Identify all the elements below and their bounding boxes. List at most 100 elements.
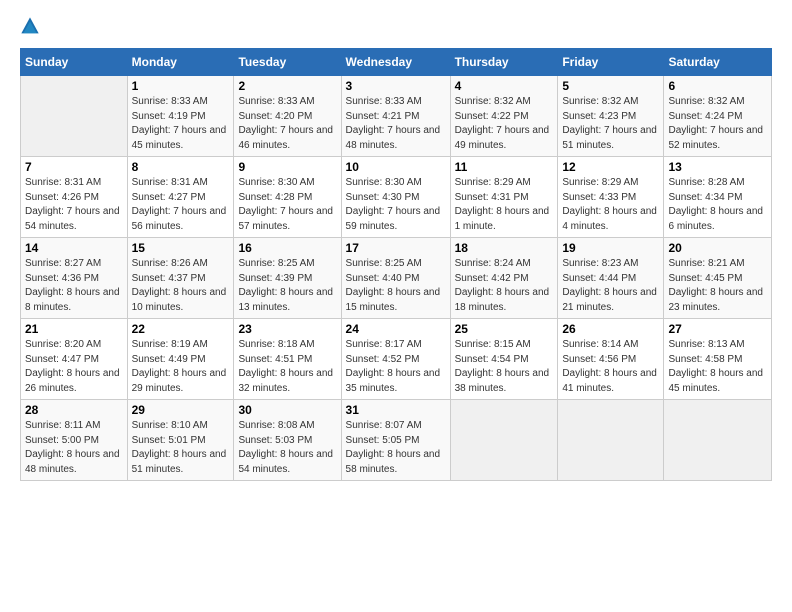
day-cell (21, 76, 128, 157)
day-info: Sunrise: 8:17 AMSunset: 4:52 PMDaylight:… (346, 339, 441, 394)
day-header-tuesday: Tuesday (234, 49, 341, 76)
day-number: 26 (562, 322, 659, 336)
day-cell (450, 400, 558, 481)
day-number: 1 (132, 79, 230, 93)
day-info: Sunrise: 8:32 AMSunset: 4:24 PMDaylight:… (668, 96, 763, 151)
week-row-0: 1 Sunrise: 8:33 AMSunset: 4:19 PMDaylight… (21, 76, 772, 157)
day-info: Sunrise: 8:28 AMSunset: 4:34 PMDaylight:… (668, 177, 763, 232)
day-cell: 7 Sunrise: 8:31 AMSunset: 4:26 PMDaylight… (21, 157, 128, 238)
day-cell: 26 Sunrise: 8:14 AMSunset: 4:56 PMDayligh… (558, 319, 664, 400)
day-number: 5 (562, 79, 659, 93)
day-number: 29 (132, 403, 230, 417)
day-info: Sunrise: 8:33 AMSunset: 4:20 PMDaylight:… (238, 96, 333, 151)
day-number: 6 (668, 79, 767, 93)
day-info: Sunrise: 8:25 AMSunset: 4:40 PMDaylight:… (346, 258, 441, 313)
day-cell (558, 400, 664, 481)
day-number: 4 (455, 79, 554, 93)
main-container: SundayMondayTuesdayWednesdayThursdayFrid… (0, 0, 792, 491)
day-cell: 4 Sunrise: 8:32 AMSunset: 4:22 PMDaylight… (450, 76, 558, 157)
day-info: Sunrise: 8:18 AMSunset: 4:51 PMDaylight:… (238, 339, 333, 394)
day-info: Sunrise: 8:08 AMSunset: 5:03 PMDaylight:… (238, 420, 333, 475)
day-info: Sunrise: 8:13 AMSunset: 4:58 PMDaylight:… (668, 339, 763, 394)
day-number: 28 (25, 403, 123, 417)
day-cell: 18Sunrise: 8:24 AMSunset: 4:42 PMDayligh… (450, 238, 558, 319)
day-info: Sunrise: 8:21 AMSunset: 4:45 PMDaylight:… (668, 258, 763, 313)
day-info: Sunrise: 8:33 AMSunset: 4:19 PMDaylight:… (132, 96, 227, 151)
day-cell: 27 Sunrise: 8:13 AMSunset: 4:58 PMDayligh… (664, 319, 772, 400)
day-number: 15 (132, 241, 230, 255)
day-cell: 10 Sunrise: 8:30 AMSunset: 4:30 PMDayligh… (341, 157, 450, 238)
week-row-1: 7 Sunrise: 8:31 AMSunset: 4:26 PMDaylight… (21, 157, 772, 238)
day-info: Sunrise: 8:14 AMSunset: 4:56 PMDaylight:… (562, 339, 657, 394)
calendar-table: SundayMondayTuesdayWednesdayThursdayFrid… (20, 48, 772, 481)
day-info: Sunrise: 8:25 AMSunset: 4:39 PMDaylight:… (238, 258, 333, 313)
day-number: 23 (238, 322, 336, 336)
day-cell: 15 Sunrise: 8:26 AMSunset: 4:37 PMDayligh… (127, 238, 234, 319)
day-number: 16 (238, 241, 336, 255)
day-info: Sunrise: 8:23 AMSunset: 4:44 PMDaylight:… (562, 258, 657, 313)
day-info: Sunrise: 8:20 AMSunset: 4:47 PMDaylight:… (25, 339, 120, 394)
day-cell: 17 Sunrise: 8:25 AMSunset: 4:40 PMDayligh… (341, 238, 450, 319)
logo (20, 16, 44, 36)
day-number: 9 (238, 160, 336, 174)
day-header-wednesday: Wednesday (341, 49, 450, 76)
day-number: 21 (25, 322, 123, 336)
week-row-2: 14 Sunrise: 8:27 AMSunset: 4:36 PMDayligh… (21, 238, 772, 319)
day-info: Sunrise: 8:29 AMSunset: 4:31 PMDaylight:… (455, 177, 550, 232)
day-info: Sunrise: 8:32 AMSunset: 4:22 PMDaylight:… (455, 96, 550, 151)
day-cell: 21 Sunrise: 8:20 AMSunset: 4:47 PMDayligh… (21, 319, 128, 400)
day-cell: 14 Sunrise: 8:27 AMSunset: 4:36 PMDayligh… (21, 238, 128, 319)
day-info: Sunrise: 8:07 AMSunset: 5:05 PMDaylight:… (346, 420, 441, 475)
day-cell: 25 Sunrise: 8:15 AMSunset: 4:54 PMDayligh… (450, 319, 558, 400)
logo-icon (20, 16, 40, 36)
day-number: 8 (132, 160, 230, 174)
day-cell: 11Sunrise: 8:29 AMSunset: 4:31 PMDayligh… (450, 157, 558, 238)
day-cell: 8 Sunrise: 8:31 AMSunset: 4:27 PMDaylight… (127, 157, 234, 238)
header-row: SundayMondayTuesdayWednesdayThursdayFrid… (21, 49, 772, 76)
week-row-3: 21 Sunrise: 8:20 AMSunset: 4:47 PMDayligh… (21, 319, 772, 400)
day-cell: 13Sunrise: 8:28 AMSunset: 4:34 PMDayligh… (664, 157, 772, 238)
day-number: 25 (455, 322, 554, 336)
day-cell: 3 Sunrise: 8:33 AMSunset: 4:21 PMDaylight… (341, 76, 450, 157)
day-number: 22 (132, 322, 230, 336)
day-info: Sunrise: 8:31 AMSunset: 4:26 PMDaylight:… (25, 177, 120, 232)
day-info: Sunrise: 8:24 AMSunset: 4:42 PMDaylight:… (455, 258, 550, 313)
day-number: 31 (346, 403, 446, 417)
day-number: 7 (25, 160, 123, 174)
day-number: 10 (346, 160, 446, 174)
day-number: 3 (346, 79, 446, 93)
day-number: 30 (238, 403, 336, 417)
day-info: Sunrise: 8:33 AMSunset: 4:21 PMDaylight:… (346, 96, 441, 151)
day-header-sunday: Sunday (21, 49, 128, 76)
day-info: Sunrise: 8:15 AMSunset: 4:54 PMDaylight:… (455, 339, 550, 394)
day-info: Sunrise: 8:32 AMSunset: 4:23 PMDaylight:… (562, 96, 657, 151)
day-number: 19 (562, 241, 659, 255)
day-number: 14 (25, 241, 123, 255)
day-info: Sunrise: 8:10 AMSunset: 5:01 PMDaylight:… (132, 420, 227, 475)
day-header-monday: Monday (127, 49, 234, 76)
day-number: 24 (346, 322, 446, 336)
day-number: 2 (238, 79, 336, 93)
day-cell (664, 400, 772, 481)
day-cell: 30 Sunrise: 8:08 AMSunset: 5:03 PMDayligh… (234, 400, 341, 481)
day-info: Sunrise: 8:30 AMSunset: 4:30 PMDaylight:… (346, 177, 441, 232)
day-cell: 28 Sunrise: 8:11 AMSunset: 5:00 PMDayligh… (21, 400, 128, 481)
day-info: Sunrise: 8:11 AMSunset: 5:00 PMDaylight:… (25, 420, 120, 475)
day-number: 12 (562, 160, 659, 174)
week-row-4: 28 Sunrise: 8:11 AMSunset: 5:00 PMDayligh… (21, 400, 772, 481)
day-number: 17 (346, 241, 446, 255)
day-cell: 19 Sunrise: 8:23 AMSunset: 4:44 PMDayligh… (558, 238, 664, 319)
day-info: Sunrise: 8:27 AMSunset: 4:36 PMDaylight:… (25, 258, 120, 313)
day-cell: 2 Sunrise: 8:33 AMSunset: 4:20 PMDaylight… (234, 76, 341, 157)
day-info: Sunrise: 8:31 AMSunset: 4:27 PMDaylight:… (132, 177, 227, 232)
day-cell: 20 Sunrise: 8:21 AMSunset: 4:45 PMDayligh… (664, 238, 772, 319)
day-cell: 1 Sunrise: 8:33 AMSunset: 4:19 PMDaylight… (127, 76, 234, 157)
day-info: Sunrise: 8:26 AMSunset: 4:37 PMDaylight:… (132, 258, 227, 313)
day-header-friday: Friday (558, 49, 664, 76)
header (20, 16, 772, 36)
day-number: 27 (668, 322, 767, 336)
day-cell: 16 Sunrise: 8:25 AMSunset: 4:39 PMDayligh… (234, 238, 341, 319)
day-cell: 5 Sunrise: 8:32 AMSunset: 4:23 PMDaylight… (558, 76, 664, 157)
day-number: 20 (668, 241, 767, 255)
day-cell: 23 Sunrise: 8:18 AMSunset: 4:51 PMDayligh… (234, 319, 341, 400)
